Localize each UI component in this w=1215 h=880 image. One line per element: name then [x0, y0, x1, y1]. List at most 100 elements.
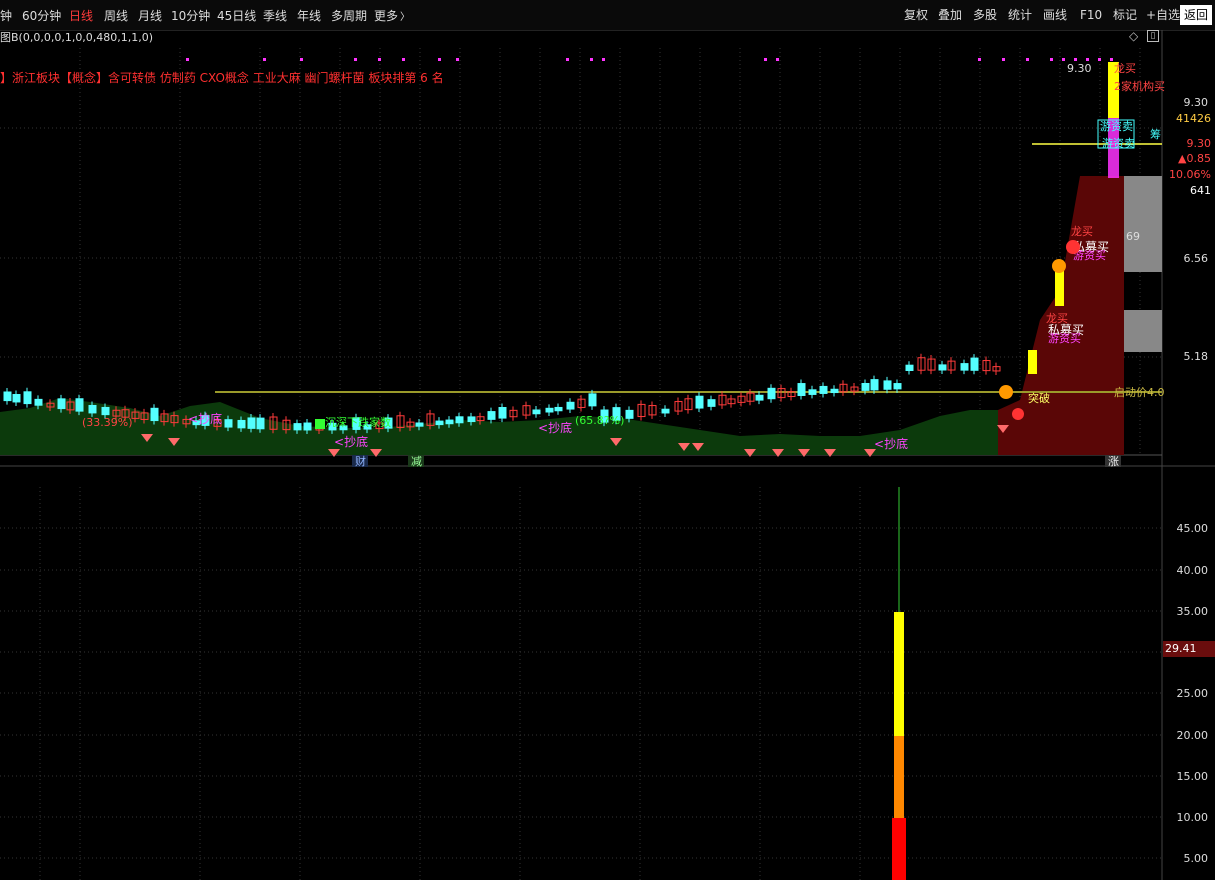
candle — [707, 399, 716, 407]
indicator-axis-label: 45.00 — [1176, 522, 1209, 535]
mid-number: 69 — [1126, 230, 1140, 243]
candle — [870, 379, 879, 391]
indicator-axis-label: 35.00 — [1176, 605, 1209, 618]
candle — [150, 407, 159, 422]
jigou-label: 2家机构买 — [1114, 79, 1165, 93]
signal-dot — [1086, 58, 1089, 61]
volume-value: 41426 — [1176, 112, 1211, 125]
signal-dot — [1074, 58, 1077, 61]
arrow-up-marker-1 — [1052, 259, 1066, 273]
high-price-tag: 9.30 — [1067, 62, 1092, 75]
indicator-axis-label: 10.00 — [1176, 811, 1209, 824]
candle — [224, 419, 233, 428]
indicator-axis-label: 5.00 — [1183, 852, 1209, 865]
signal-dot — [456, 58, 459, 61]
candle — [938, 364, 947, 371]
candle — [755, 394, 764, 401]
price2-value: 9.30 — [1186, 137, 1212, 150]
gray-zone-lower — [1124, 310, 1162, 352]
chaodi-label-3: <抄底 — [538, 420, 572, 435]
signal-dot — [1050, 58, 1053, 61]
candle — [554, 406, 563, 412]
price-axis-518: 5.18 — [1183, 350, 1209, 363]
count-value: 641 — [1190, 184, 1211, 197]
big-candle-2 — [1055, 270, 1064, 306]
signal-dot — [300, 58, 303, 61]
chaodi-label-2: <抄底 — [334, 434, 368, 449]
signal-dot — [263, 58, 266, 61]
chou-label: 筹 — [1150, 127, 1161, 141]
indicator-bar-red — [892, 818, 906, 880]
candle — [23, 391, 32, 405]
signal-dot — [186, 58, 189, 61]
tab-jian: 减 — [411, 455, 422, 468]
arrow-up-marker-2 — [999, 385, 1013, 399]
signal-dot — [602, 58, 605, 61]
candle — [767, 387, 776, 400]
candle — [467, 416, 476, 423]
indicator-axis-label: 20.00 — [1176, 729, 1209, 742]
signal-dot — [1098, 58, 1101, 61]
indicator-axis-label: 15.00 — [1176, 770, 1209, 783]
price-axis-930: 9.30 — [1183, 96, 1209, 109]
candle — [861, 382, 870, 391]
candle — [256, 417, 265, 430]
signal-dot — [1026, 58, 1029, 61]
candle — [970, 357, 979, 371]
candle — [625, 409, 634, 419]
candle — [830, 388, 839, 394]
chaodi-label-4: <抄底 — [874, 436, 908, 451]
signal-dot — [566, 58, 569, 61]
indicator-axis-label: 25.00 — [1176, 687, 1209, 700]
change-value: ▲0.85 — [1178, 152, 1211, 165]
signal-dot — [1062, 58, 1065, 61]
candle — [532, 409, 541, 415]
candle — [75, 398, 84, 412]
pct-label-2: (65.8?%) — [575, 414, 624, 427]
indicator-current-value: 29.41 — [1163, 641, 1215, 657]
signal-dot — [354, 58, 357, 61]
tab-cai: 财 — [355, 454, 366, 468]
signal-dot — [378, 58, 381, 61]
candle — [303, 422, 312, 431]
indicator-bar-yellow — [894, 612, 904, 736]
decline-label: 沉深下跌家数 — [325, 415, 391, 429]
signal-dot — [978, 58, 981, 61]
candle — [435, 420, 444, 426]
candle — [415, 422, 424, 427]
signal-dot — [764, 58, 767, 61]
longmai-label-top: 龙买 — [1114, 62, 1136, 75]
red-ball-marker-2 — [1012, 408, 1024, 420]
candle — [819, 385, 828, 394]
candle — [455, 416, 464, 424]
indicator-axis-label: 40.00 — [1176, 564, 1209, 577]
price-axis-656: 6.56 — [1183, 252, 1209, 265]
candle — [588, 393, 597, 407]
longmai-label-1: 龙买 — [1071, 225, 1093, 238]
candle — [545, 407, 554, 413]
candle — [57, 398, 66, 410]
candle — [247, 417, 256, 429]
start-price-label: 启动价4.0 — [1114, 386, 1165, 399]
candle — [34, 398, 43, 406]
candle — [445, 419, 454, 425]
signal-dot — [1110, 58, 1113, 61]
youzi-label-2: 游资买 — [1048, 332, 1081, 345]
signal-dot — [776, 58, 779, 61]
gray-zone-upper — [1124, 176, 1162, 272]
candle — [237, 419, 246, 429]
candle — [883, 380, 892, 390]
candle — [661, 408, 670, 414]
signal-dot — [1002, 58, 1005, 61]
candle — [498, 407, 507, 419]
red-ball-marker — [1066, 240, 1080, 254]
kline-chart[interactable]: (33.39%) (65.8?%) 沉深下跌家数 <抄底 <抄底 <抄底 <抄底… — [0, 0, 1215, 880]
big-candle-1 — [1028, 350, 1037, 374]
green-trend-area — [0, 398, 998, 455]
indicator-bar-orange — [894, 736, 904, 818]
candle — [893, 383, 902, 390]
breakout-label: 突破 — [1028, 391, 1050, 405]
candle — [566, 401, 575, 410]
tab-zhang: 涨 — [1108, 455, 1119, 468]
candle — [797, 383, 806, 396]
